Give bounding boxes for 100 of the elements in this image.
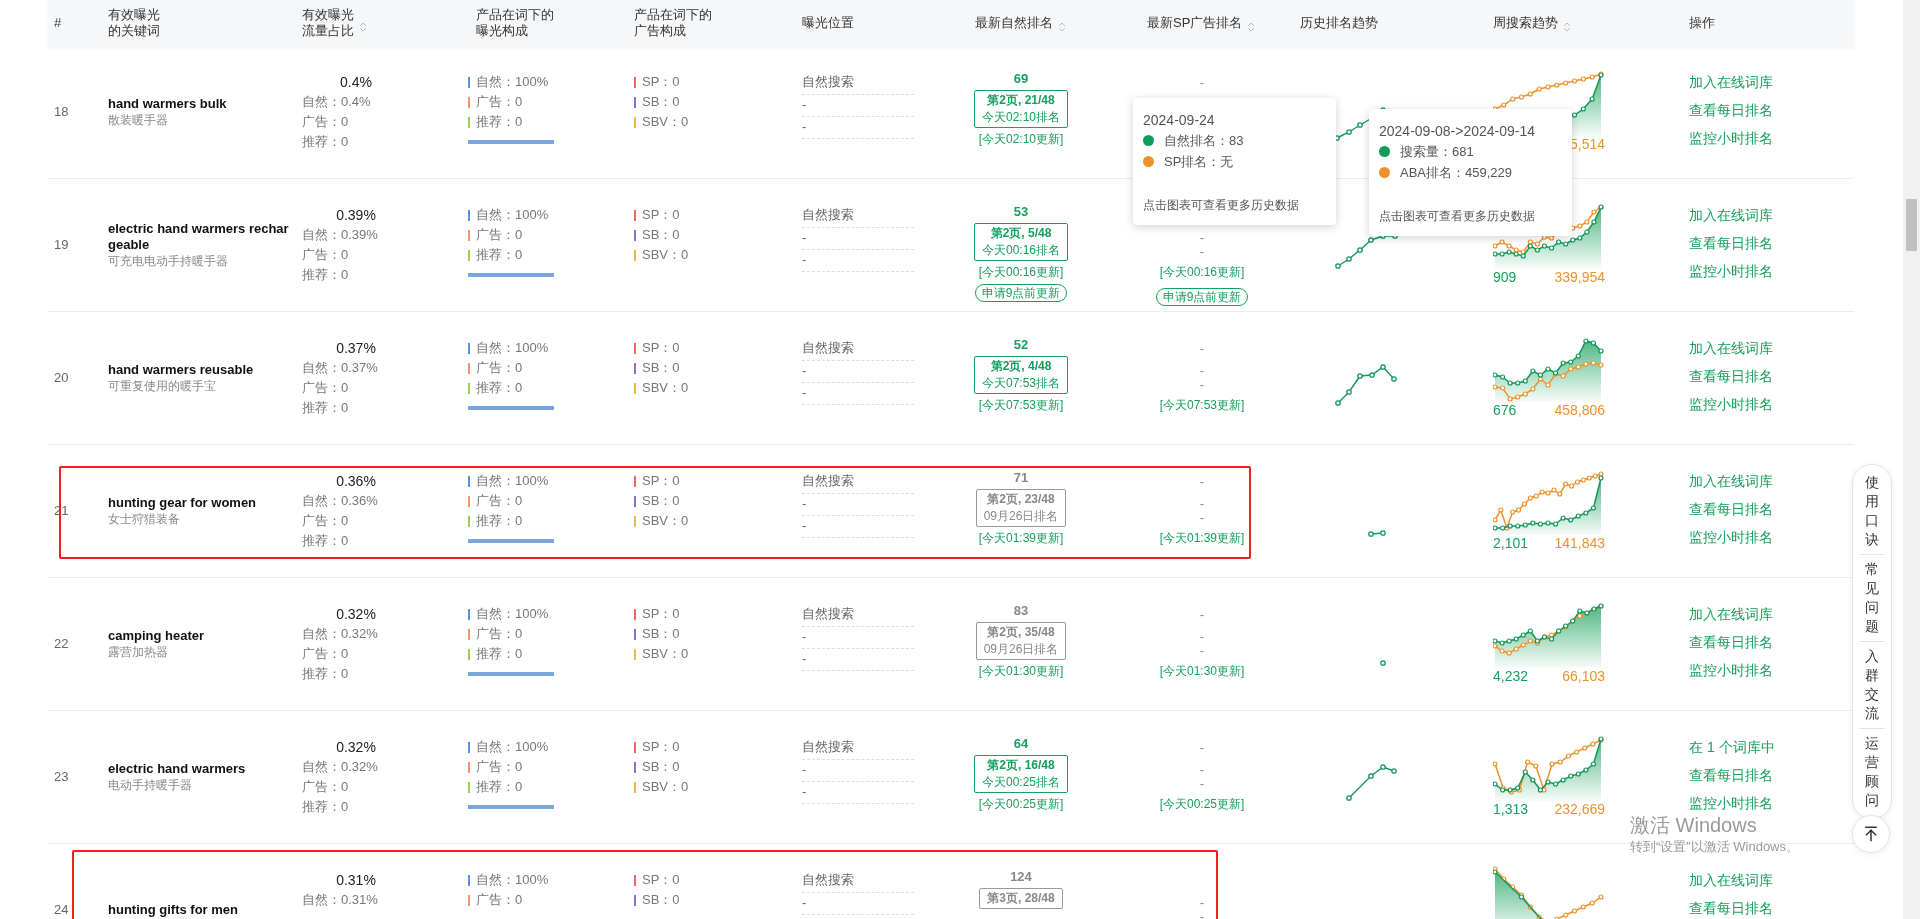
traffic-share-detail: 广告：0 [302,512,350,530]
traffic-share: 0.37% [335,339,377,358]
row-number: 24 [54,901,69,919]
traffic-share-detail: 广告：0 [302,246,350,264]
action-link[interactable]: 监控小时排名 [1689,793,1773,813]
traffic-share-detail: 自然：0.4% [302,93,372,111]
aba-rank: 339,954 [1554,269,1605,285]
position-value: - [802,495,807,513]
sort-icon[interactable] [1561,21,1573,33]
search-volume: 2,101 [1493,535,1529,551]
position-value: - [802,761,807,779]
sort-icon[interactable] [1056,21,1068,33]
traffic-share-detail: 自然：0.31% [302,891,379,909]
arrow-up-icon [1862,825,1880,843]
action-link[interactable]: 查看每日排名 [1689,233,1773,253]
position-value: - [802,96,807,114]
action-link[interactable]: 加入在线词库 [1689,471,1773,491]
ad-share: SP：0 [642,605,680,624]
action-link[interactable]: 加入在线词库 [1689,205,1773,225]
keyword-translation: 露营加热器 [108,644,169,660]
action-link[interactable]: 查看每日排名 [1689,100,1773,120]
column-header[interactable]: 最新SP广告排名 [1147,15,1243,31]
exposure-position: 自然搜索 [802,605,855,623]
sp-rank-detail: - [1199,630,1205,644]
action-link[interactable]: 加入在线词库 [1689,870,1773,890]
sp-rank-detail: - [1199,245,1205,259]
search-trend-chart[interactable] [1493,733,1605,801]
ad-share: SP：0 [642,73,680,92]
tooltip-value: SP排名：无 [1164,152,1234,171]
sp-rank: - [1199,739,1205,757]
side-menu-item[interactable]: 运营顾问 [1865,734,1879,810]
traffic-share-detail: 推荐：0 [302,532,350,550]
traffic-share-detail: 推荐：0 [302,399,350,417]
action-link[interactable]: 查看每日排名 [1689,366,1773,386]
action-link[interactable]: 监控小时排名 [1689,527,1773,547]
rank-page: 第2页, 5/48 [990,225,1052,242]
ad-share: SB：0 [642,758,680,777]
ad-share: SBV：0 [642,778,689,797]
rank-time: 09月26日排名 [983,508,1059,525]
traffic-share: 0.4% [339,73,373,92]
search-trend-chart[interactable] [1493,600,1605,668]
column-header[interactable]: 最新自然排名 [975,15,1053,31]
action-link[interactable]: 加入在线词库 [1689,338,1773,358]
ad-share: SBV：0 [642,113,689,132]
sp-rank-detail: - [1199,896,1205,910]
action-link[interactable]: 查看每日排名 [1689,632,1773,652]
ad-share: SP：0 [642,339,680,358]
traffic-share-detail: 广告：0 [302,379,350,397]
action-link[interactable]: 在 1 个词库中 [1689,737,1775,757]
keyword-translation: 可重复使用的暖手宝 [108,378,217,394]
exposure-share: 自然：100% [476,871,549,890]
position-value: - [802,894,807,912]
action-link[interactable]: 查看每日排名 [1689,898,1773,918]
update-time: [今天00:16更新] [978,264,1064,281]
scrollbar-thumb[interactable] [1906,199,1917,251]
traffic-share-detail: 广告：0 [302,113,350,131]
action-link[interactable]: 查看每日排名 [1689,765,1773,785]
traffic-share-detail: 推荐：0 [302,665,350,683]
side-menu-item[interactable]: 使用口诀 [1865,473,1879,549]
position-value: - [802,229,807,247]
organic-rank: 52 [1013,336,1029,354]
sp-rank-detail: - [1199,378,1205,392]
update-time: [今天02:10更新] [978,131,1064,148]
keyword-translation: 散装暖手器 [108,112,169,128]
exposure-share: 广告：0 [476,492,523,511]
sort-icon[interactable] [357,21,369,33]
column-header[interactable]: 周搜索趋势 [1493,15,1558,31]
update-time: [今天00:16更新] [1159,264,1245,281]
action-link[interactable]: 监控小时排名 [1689,128,1773,148]
position-value: - [802,251,807,269]
exposure-share: 推荐：0 [476,512,523,531]
tooltip-value: 自然排名：83 [1164,131,1244,150]
search-volume: 4,232 [1493,668,1529,684]
column-header[interactable]: 流量占比 [302,23,354,39]
exposure-share: 广告：0 [476,93,523,112]
update-time: [今天01:30更新] [1159,663,1245,680]
keyword: electric hand warmers rechar geable [108,221,290,253]
keyword: electric hand warmers [108,761,247,777]
action-link[interactable]: 监控小时排名 [1689,261,1773,281]
action-link[interactable]: 加入在线词库 [1689,72,1773,92]
exposure-position: 自然搜索 [802,73,855,91]
position-value: - [802,118,807,136]
back-to-top-button[interactable] [1852,815,1890,853]
column-header[interactable]: 有效曝光 [302,7,354,23]
action-link[interactable]: 监控小时排名 [1689,660,1773,680]
action-link[interactable]: 查看每日排名 [1689,499,1773,519]
side-menu-item[interactable]: 常见问题 [1865,560,1879,636]
side-menu-item[interactable]: 入群交流 [1865,647,1879,723]
traffic-share: 0.39% [335,206,377,225]
rank-page: 第2页, 23/48 [987,491,1055,508]
exposure-share: 推荐：0 [476,778,523,797]
search-volume: 676 [1493,402,1517,418]
action-link[interactable]: 监控小时排名 [1689,394,1773,414]
action-link[interactable]: 加入在线词库 [1689,604,1773,624]
ad-share: SBV：0 [642,512,689,531]
rank-page: 第2页, 16/48 [987,757,1055,774]
search-trend-chart[interactable] [1493,866,1605,919]
sp-rank: - [1199,473,1205,491]
ad-share: SB：0 [642,93,680,112]
row-number: 20 [54,369,69,388]
